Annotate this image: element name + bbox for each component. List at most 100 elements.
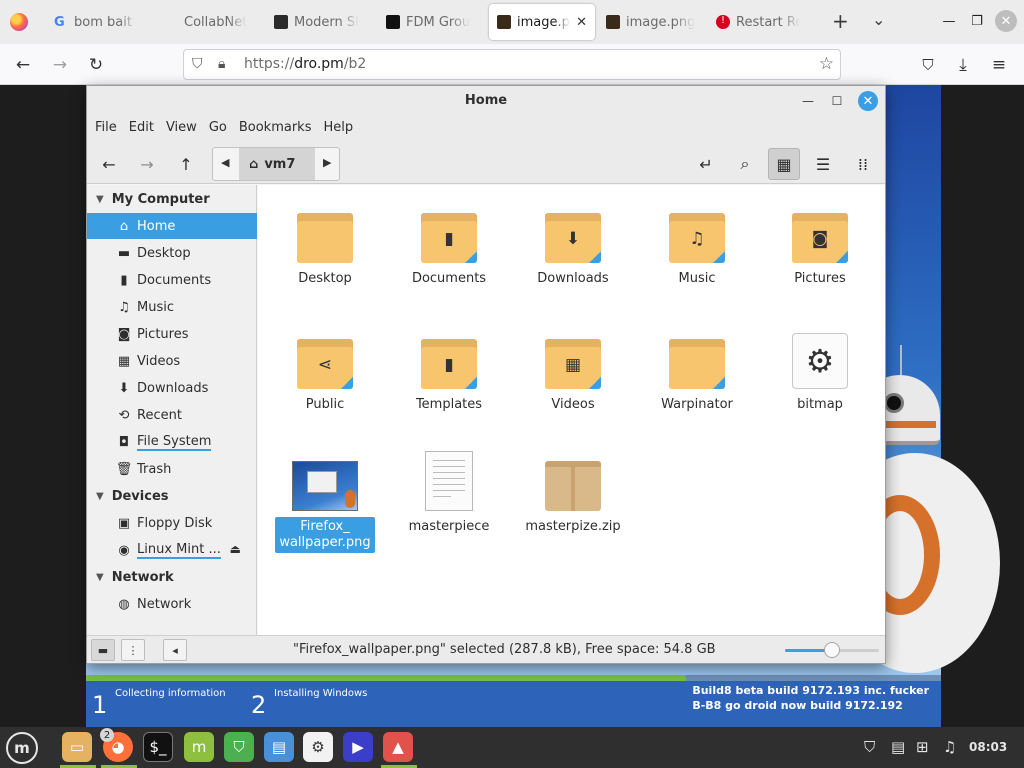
sound-tray-icon[interactable]: ♫ [943, 738, 956, 756]
sidebar-item-desktop[interactable]: ▬ Desktop [87, 240, 257, 266]
sidebar-item-floppy-disk[interactable]: ▣ Floppy Disk [87, 510, 257, 536]
sidebar-item-music[interactable]: ♫ Music [87, 294, 257, 320]
clock[interactable]: 08:03 [969, 740, 1007, 754]
up-icon[interactable]: ↑ [170, 148, 202, 180]
network-tray-icon[interactable]: ⊞ [916, 738, 929, 756]
file-item[interactable]: ▮ Templates [387, 329, 511, 415]
terminal-launcher-icon[interactable]: $_ [143, 732, 173, 762]
menu-view[interactable]: View [160, 116, 203, 142]
settings-launcher-icon[interactable]: ⚙ [303, 732, 333, 762]
menu-help[interactable]: Help [317, 116, 359, 142]
downloads-icon[interactable]: ⤓ [950, 52, 976, 78]
file-item[interactable]: ♫ Music [635, 203, 759, 289]
close-tab-icon[interactable]: ✕ [576, 15, 587, 30]
file-item[interactable]: ▦ Videos [511, 329, 635, 415]
sidebar-section-header[interactable]: ▼ Devices [87, 483, 257, 509]
zoom-slider-handle[interactable] [824, 642, 840, 658]
sidebar-item-documents[interactable]: ▮ Documents [87, 267, 257, 293]
places-toggle-icon[interactable]: ▬ [91, 639, 115, 661]
collapse-triangle-icon[interactable]: ▼ [96, 491, 104, 502]
forward-icon[interactable]: → [131, 148, 163, 180]
tree-toggle-icon[interactable]: ⋮ [121, 639, 145, 661]
file-item[interactable]: masterpiece [387, 451, 511, 537]
file-item[interactable]: ⋖ Public [263, 329, 387, 415]
shield-tray-icon[interactable]: ⛉ [864, 738, 875, 756]
sidebar-section-header[interactable]: ▼ My Computer [87, 186, 257, 212]
browser-tab[interactable]: image.pr ✕ [489, 4, 595, 40]
bookmark-star-icon[interactable]: ☆ [819, 54, 834, 74]
list-all-tabs-icon[interactable]: ⌄ [872, 10, 885, 29]
back-icon[interactable]: ← [10, 52, 36, 78]
icon-view-icon[interactable]: ▦ [768, 148, 800, 180]
menu-bookmarks[interactable]: Bookmarks [233, 116, 318, 142]
list-view-icon[interactable]: ☰ [807, 148, 839, 180]
zoom-slider[interactable] [785, 642, 879, 658]
browser-tab[interactable]: CollabNet [156, 4, 256, 40]
media-player-launcher-icon[interactable]: ▶ [343, 732, 373, 762]
sidebar-item-videos[interactable]: ▦ Videos [87, 348, 257, 374]
mintinstall-launcher-icon[interactable]: m [184, 732, 214, 762]
image-viewer-launcher-icon[interactable]: ▲ [383, 732, 413, 762]
eject-icon[interactable]: ⏏ [230, 542, 241, 556]
sidebar-item-pictures[interactable]: ◙ Pictures [87, 321, 257, 347]
file-icon [545, 451, 601, 511]
path-left-arrow[interactable]: ◀ [221, 156, 229, 169]
pocket-icon[interactable]: ⛉ [915, 52, 941, 78]
browser-tab[interactable]: FDM Grou [378, 4, 482, 40]
file-item[interactable]: Warpinator [635, 329, 759, 415]
sidebar-item-file-system[interactable]: ◘ File System [87, 429, 257, 455]
browser-tab[interactable]: image.png [598, 4, 704, 40]
files-launcher-icon[interactable]: ▤ [264, 732, 294, 762]
files-launcher-icon[interactable]: ▭ [62, 732, 92, 762]
back-icon[interactable]: ← [93, 148, 125, 180]
collapse-triangle-icon[interactable]: ▼ [96, 572, 104, 583]
shield-icon[interactable]: ⛉ [192, 56, 203, 72]
close-icon[interactable]: ✕ [858, 91, 878, 111]
sidebar-item-home[interactable]: ⌂ Home [87, 213, 257, 239]
clipboard-tray-icon[interactable]: ▤ [891, 738, 905, 756]
close-icon[interactable]: ✕ [995, 10, 1017, 32]
menu-file[interactable]: File [89, 116, 123, 142]
toggle-location-icon[interactable]: ↵ [690, 148, 722, 180]
browser-tab[interactable]: Gbom bait - [46, 4, 146, 40]
minimize-icon[interactable]: — [798, 91, 818, 111]
hamburger-menu-icon[interactable]: ≡ [986, 52, 1012, 78]
firefox-icon[interactable] [10, 13, 28, 31]
sidebar-item-downloads[interactable]: ⬇ Downloads [87, 375, 257, 401]
lock-icon[interactable]: 🔒︎ [218, 56, 225, 72]
browser-tab[interactable]: Modern Sl [266, 4, 371, 40]
collapse-triangle-icon[interactable]: ▼ [96, 194, 104, 205]
sidebar-item-linux-mint[interactable]: ◉ Linux Mint ... ⏏ [87, 537, 257, 563]
sidebar-section-header[interactable]: ▼ Network [87, 564, 257, 590]
compact-view-icon[interactable]: ⁞⁞ [847, 148, 879, 180]
file-item[interactable]: ⚙ bitmap [758, 329, 882, 415]
file-item[interactable]: ▮ Documents [387, 203, 511, 289]
hide-sidebar-icon[interactable]: ◂ [163, 639, 187, 661]
file-item[interactable]: masterpize.zip [511, 451, 635, 537]
url-text[interactable]: https://dro.pm/b2 [244, 56, 366, 72]
menu-go[interactable]: Go [203, 116, 233, 142]
file-item[interactable]: Desktop [263, 203, 387, 289]
sidebar-item-recent[interactable]: ⟲ Recent [87, 402, 257, 428]
search-icon[interactable]: ⌕ [729, 148, 761, 180]
path-right-arrow[interactable]: ▶ [323, 156, 331, 169]
path-crumb-home[interactable]: ⌂ vm7 [239, 148, 315, 180]
minimize-icon[interactable]: — [938, 10, 960, 32]
reload-icon[interactable]: ↻ [83, 52, 109, 78]
url-bar[interactable]: ⛉ 🔒︎ https://dro.pm/b2 ☆ [183, 49, 841, 80]
sidebar-item-network[interactable]: ◍ Network [87, 591, 257, 617]
browser-tab[interactable]: ! Restart Re [708, 4, 808, 40]
file-item[interactable]: ⬇ Downloads [511, 203, 635, 289]
new-tab-button[interactable]: + [832, 9, 849, 33]
menu-edit[interactable]: Edit [123, 116, 160, 142]
maximize-icon[interactable]: ☐ [827, 91, 847, 111]
file-item[interactable]: Firefox_ wallpaper.png [263, 451, 387, 553]
forward-icon[interactable]: → [47, 52, 73, 78]
sidebar-item-trash[interactable]: 🗑 Trash [87, 456, 257, 482]
mint-menu-icon[interactable]: m [6, 732, 38, 764]
restore-icon[interactable]: ❐ [966, 10, 988, 32]
file-item[interactable]: ◙ Pictures [758, 203, 882, 289]
window-titlebar[interactable]: Home — ☐ ✕ [87, 86, 885, 116]
browser-nav-bar: ← → ↻ ⛉ 🔒︎ https://dro.pm/b2 ☆ ⛉ ⤓ ≡ [0, 44, 1024, 85]
update-manager-launcher-icon[interactable]: ⛉ [224, 732, 254, 762]
